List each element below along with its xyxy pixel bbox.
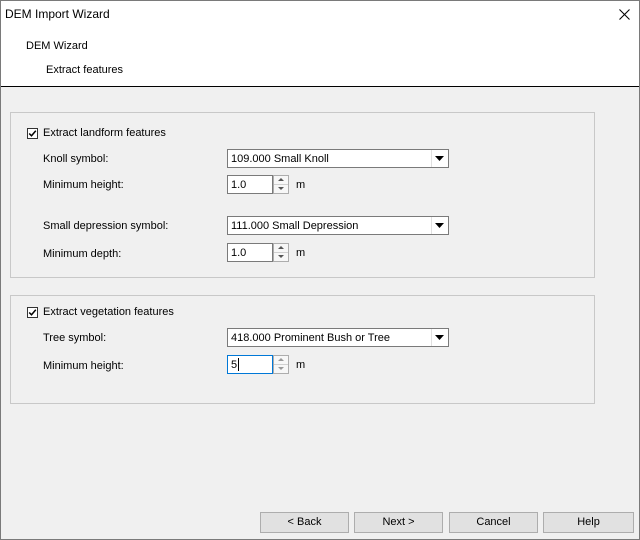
chevron-down-icon — [435, 335, 444, 340]
depression-dropdown-arrow[interactable] — [431, 217, 448, 234]
help-button[interactable]: Help — [543, 512, 634, 533]
minimum-height-label: Minimum height: — [43, 179, 124, 191]
tree-dropdown-arrow[interactable] — [431, 329, 448, 346]
text-caret — [238, 358, 239, 371]
min-depth-unit: m — [296, 247, 306, 259]
extract-landform-checkbox-row[interactable]: Extract landform features — [27, 126, 166, 140]
min-depth-input[interactable]: 1.0 — [227, 243, 273, 262]
wizard-header: DEM Wizard Extract features — [1, 29, 639, 87]
knoll-symbol-label: Knoll symbol: — [43, 153, 109, 165]
wizard-step-subtitle: Extract features — [46, 64, 124, 76]
close-icon — [618, 9, 630, 20]
vegetation-min-height-input[interactable]: 5 — [227, 355, 273, 374]
spin-up-button[interactable] — [274, 356, 288, 365]
checkmark-icon — [28, 308, 37, 316]
spin-down-icon — [278, 255, 284, 258]
extract-vegetation-label: Extract vegetation features — [43, 306, 174, 318]
min-depth-spinner[interactable] — [273, 243, 289, 262]
spin-down-button[interactable] — [274, 185, 288, 193]
knoll-symbol-value: 109.000 Small Knoll — [231, 153, 329, 165]
min-depth-value: 1.0 — [231, 247, 247, 259]
dem-import-wizard-window: DEM Import Wizard DEM Wizard Extract fea… — [0, 0, 640, 540]
extract-vegetation-checkbox[interactable] — [27, 306, 38, 318]
spin-down-icon — [278, 187, 284, 190]
close-button[interactable] — [609, 1, 639, 29]
landform-min-height-spinner[interactable] — [273, 175, 289, 194]
back-button[interactable]: < Back — [260, 512, 349, 533]
spin-up-icon — [278, 246, 284, 249]
vegetation-min-height-spinner[interactable] — [273, 355, 289, 374]
extract-landform-label: Extract landform features — [43, 127, 166, 139]
vegetation-min-height-unit: m — [296, 359, 306, 371]
tree-symbol-dropdown[interactable]: 418.000 Prominent Bush or Tree — [227, 328, 449, 347]
wizard-title: DEM Wizard — [26, 40, 88, 52]
chevron-down-icon — [435, 223, 444, 228]
spin-up-button[interactable] — [274, 244, 288, 253]
next-button[interactable]: Next > — [354, 512, 443, 533]
checkmark-icon — [28, 129, 37, 137]
knoll-dropdown-arrow[interactable] — [431, 150, 448, 167]
small-depression-symbol-value: 111.000 Small Depression — [231, 220, 359, 232]
chevron-down-icon — [435, 156, 444, 161]
spin-down-button[interactable] — [274, 365, 288, 373]
spin-up-button[interactable] — [274, 176, 288, 185]
title-bar: DEM Import Wizard — [1, 1, 639, 29]
small-depression-symbol-label: Small depression symbol: — [43, 220, 169, 232]
extract-vegetation-checkbox-row[interactable]: Extract vegetation features — [27, 305, 174, 319]
extract-landform-checkbox[interactable] — [27, 127, 38, 139]
vegetation-min-height-value: 5 — [231, 359, 238, 371]
landform-min-height-input[interactable]: 1.0 — [227, 175, 273, 194]
min-height-unit: m — [296, 179, 306, 191]
vegetation-minimum-height-label: Minimum height: — [43, 360, 124, 372]
knoll-symbol-dropdown[interactable]: 109.000 Small Knoll — [227, 149, 449, 168]
cancel-button[interactable]: Cancel — [449, 512, 538, 533]
window-title: DEM Import Wizard — [5, 7, 110, 21]
minimum-depth-label: Minimum depth: — [43, 248, 122, 260]
landform-min-height-value: 1.0 — [231, 179, 247, 191]
spin-up-icon — [278, 358, 284, 361]
small-depression-symbol-dropdown[interactable]: 111.000 Small Depression — [227, 216, 449, 235]
spin-up-icon — [278, 178, 284, 181]
spin-down-button[interactable] — [274, 253, 288, 261]
tree-symbol-label: Tree symbol: — [43, 332, 107, 344]
tree-symbol-value: 418.000 Prominent Bush or Tree — [231, 332, 390, 344]
spin-down-icon — [278, 367, 284, 370]
